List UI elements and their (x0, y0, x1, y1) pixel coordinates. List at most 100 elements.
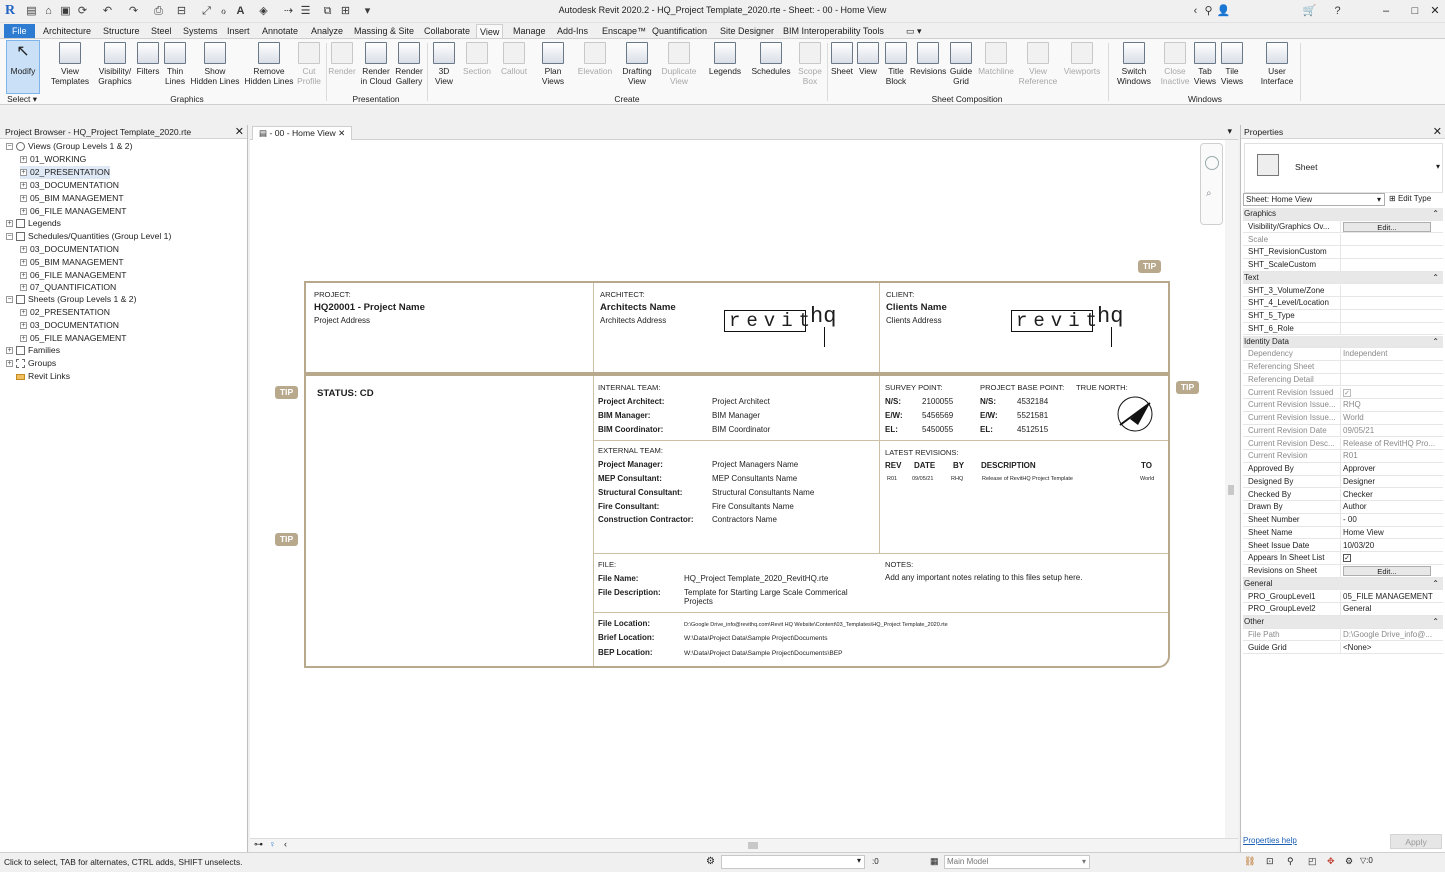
tile-views-button[interactable]: Tile Views (1220, 41, 1244, 86)
tab-quantification[interactable]: Quantification (649, 24, 710, 38)
tab-enscape[interactable]: Enscape™ (599, 24, 649, 38)
worksets-icon[interactable]: ⚙ (706, 856, 715, 867)
ribbon-toggle-icon[interactable]: ▭ ▾ (903, 24, 925, 38)
status-text[interactable]: STATUS: CD (317, 389, 374, 399)
select-underlay-icon[interactable]: ⊡ (1266, 856, 1274, 867)
property-value[interactable] (1340, 310, 1436, 322)
property-value[interactable]: ✓ (1340, 552, 1436, 565)
property-row[interactable]: Current Revision Date 09/05/21 (1243, 424, 1443, 438)
property-value[interactable] (1340, 259, 1436, 271)
property-value[interactable] (1340, 322, 1436, 335)
tree-node-documentation[interactable]: +03_DOCUMENTATION (20, 179, 119, 192)
properties-help-link[interactable]: Properties help (1243, 836, 1297, 845)
thin-lines-button[interactable]: Thin Lines (162, 41, 188, 86)
property-value[interactable]: 05_FILE MANAGEMENT (1340, 590, 1436, 603)
architect-address[interactable]: Architects Address (600, 316, 666, 326)
property-row[interactable]: Sheet Name Home View (1243, 526, 1443, 540)
horizontal-scrollbar[interactable]: ⊶ ♀ ‹ (250, 838, 1238, 852)
tree-node-sheet-presentation[interactable]: +02_PRESENTATION (20, 306, 110, 319)
tab-architecture[interactable]: Architecture (40, 24, 94, 38)
survey-value[interactable]: 2100055 (922, 397, 953, 407)
tab-systems[interactable]: Systems (180, 24, 221, 38)
bep-location[interactable]: W:\Data\Project Data\Sample Project\Docu… (684, 649, 843, 659)
maximize-button[interactable]: □ (1405, 3, 1425, 19)
design-options-icon[interactable]: ▦ (930, 856, 939, 867)
tab-annotate[interactable]: Annotate (259, 24, 301, 38)
property-row[interactable]: Approved By Approver (1243, 463, 1443, 476)
matchline-button[interactable]: Matchline (976, 41, 1016, 76)
property-row[interactable]: Referencing Sheet (1243, 361, 1443, 374)
tab-views-button[interactable]: Tab Views (1193, 41, 1217, 86)
type-selector[interactable]: Sheet ▾ (1244, 143, 1443, 193)
design-option-dropdown[interactable]: Main Model ▾ (944, 855, 1090, 869)
property-row[interactable]: SHT_5_Type (1243, 310, 1443, 323)
property-row[interactable]: Current Revision Issued ✓ (1243, 386, 1443, 400)
internal-name[interactable]: Project Architect (712, 397, 770, 407)
cart-icon[interactable]: 🛒 (1302, 4, 1317, 18)
property-value[interactable]: Designer (1340, 475, 1436, 488)
property-group[interactable]: Text ⌃ (1243, 271, 1443, 285)
close-icon[interactable]: ✕ (235, 125, 244, 139)
modify-button[interactable]: ↖ Modify (6, 40, 40, 94)
property-row[interactable]: PRO_GroupLevel1 05_FILE MANAGEMENT (1243, 590, 1443, 604)
notes-text[interactable]: Add any important notes relating to this… (885, 573, 1082, 583)
legends-button[interactable]: Legends (705, 41, 745, 76)
minimize-button[interactable]: – (1376, 3, 1396, 19)
view-templates-button[interactable]: View Templates (48, 41, 92, 86)
property-value[interactable] (1340, 246, 1436, 259)
switch-windows-button[interactable]: Switch Windows (1114, 41, 1154, 86)
user-interface-button[interactable]: User Interface (1258, 41, 1296, 86)
internal-name[interactable]: BIM Coordinator (712, 425, 770, 435)
remove-hidden-lines-button[interactable]: Remove Hidden Lines (243, 41, 295, 86)
filters-button[interactable]: Filters (134, 41, 162, 76)
property-row[interactable]: Current Revision R01 (1243, 450, 1443, 463)
scope-box-button[interactable]: Scope Box (796, 41, 824, 86)
external-name[interactable]: Project Managers Name (712, 460, 798, 470)
callout-button[interactable]: Callout (496, 41, 532, 76)
binoculars-icon[interactable]: ⚲ (1201, 4, 1216, 18)
user-icon[interactable]: 👤 (1216, 4, 1231, 18)
cut-profile-button[interactable]: Cut Profile (296, 41, 322, 86)
tab-steel[interactable]: Steel (148, 24, 175, 38)
file-description-cont[interactable]: Projects (684, 597, 713, 607)
plan-views-button[interactable]: Plan Views (538, 41, 568, 86)
edit-button[interactable]: Edit... (1343, 221, 1431, 232)
property-row[interactable]: File Path D:\Google Drive_info@... (1243, 628, 1443, 642)
survey-value[interactable]: 5450055 (922, 425, 953, 435)
tree-node-groups[interactable]: + Groups (6, 357, 56, 370)
tree-node-revit-links[interactable]: Revit Links (16, 370, 70, 383)
close-icon[interactable]: ✕ (336, 128, 345, 138)
base-value[interactable]: 4532184 (1017, 397, 1048, 407)
property-row[interactable]: Sheet Number - 00 (1243, 514, 1443, 527)
tree-node-views[interactable]: − Views (Group Levels 1 & 2) (6, 140, 132, 153)
checkbox-icon[interactable]: ✓ (1343, 388, 1351, 397)
property-row[interactable]: Current Revision Issue... RHQ (1243, 399, 1443, 412)
collapse-icon[interactable]: ⌃ (1432, 616, 1439, 628)
property-row[interactable]: Designed By Designer (1243, 475, 1443, 489)
property-value[interactable]: Edit... (1340, 220, 1436, 233)
render-button[interactable]: Render (328, 41, 356, 76)
visibility-graphics-button[interactable]: Visibility/Graphics (94, 41, 136, 86)
revision-to[interactable]: World (1140, 474, 1154, 484)
tree-node-bim-management[interactable]: +05_BIM MANAGEMENT (20, 192, 124, 205)
tab-analyze[interactable]: Analyze (308, 24, 346, 38)
tip-badge[interactable]: TIP (275, 533, 298, 546)
tab-massing-site[interactable]: Massing & Site (351, 24, 417, 38)
place-view-button[interactable]: View (856, 41, 880, 76)
external-name[interactable]: Fire Consultants Name (712, 502, 794, 512)
edit-type-button[interactable]: ⊞ Edit Type (1389, 193, 1431, 205)
drafting-view-button[interactable]: Drafting View (619, 41, 655, 86)
client-name[interactable]: Clients Name (886, 303, 947, 313)
property-value[interactable] (1340, 297, 1436, 310)
property-value[interactable]: Author (1340, 501, 1436, 514)
property-row[interactable]: Referencing Detail (1243, 373, 1443, 387)
view-reference-button[interactable]: View Reference (1018, 41, 1058, 86)
view-tab-home[interactable]: ▤ - 00 - Home View ✕ (252, 126, 353, 140)
steering-wheel-icon[interactable] (1205, 156, 1219, 170)
property-value[interactable] (1340, 284, 1436, 297)
scroll-left-icon[interactable]: ‹ (284, 839, 287, 849)
tab-view[interactable]: View (476, 24, 504, 38)
tab-file[interactable]: File (4, 24, 35, 38)
background-processes-icon[interactable]: ⚙ (1345, 856, 1353, 867)
property-value[interactable]: General (1340, 603, 1436, 616)
